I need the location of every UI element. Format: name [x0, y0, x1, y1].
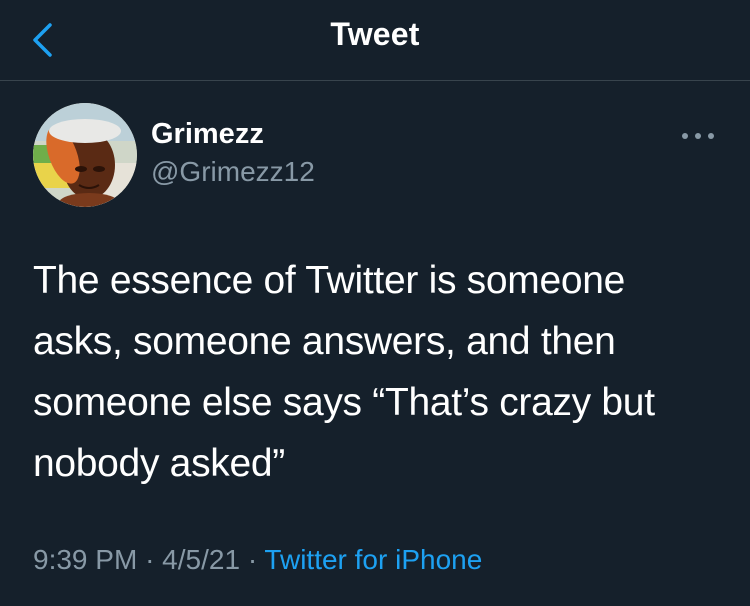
more-options-button[interactable]: [676, 124, 720, 148]
tweet-date: 4/5/21: [162, 544, 241, 575]
navigation-bar: Tweet: [0, 0, 750, 81]
tweet-time: 9:39 PM: [33, 544, 138, 575]
avatar[interactable]: [33, 103, 137, 207]
author-handle[interactable]: @Grimezz12: [151, 156, 315, 188]
author-name[interactable]: Grimezz: [151, 118, 264, 151]
meta-separator: ·: [247, 544, 258, 575]
tweet-text: The essence of Twitter is someone asks, …: [33, 259, 655, 485]
page-title: Tweet: [330, 16, 420, 52]
avatar-image: [33, 103, 137, 207]
tweet-metadata: 9:39 PM · 4/5/21 · Twitter for iPhone: [33, 544, 482, 576]
meta-separator: ·: [145, 544, 155, 575]
tweet-source-link[interactable]: Twitter for iPhone: [264, 544, 482, 575]
more-horizontal-icon: [682, 133, 714, 139]
tweet-detail-screen: Tweet Grimezz @Grimezz12 The essence of …: [0, 0, 750, 606]
